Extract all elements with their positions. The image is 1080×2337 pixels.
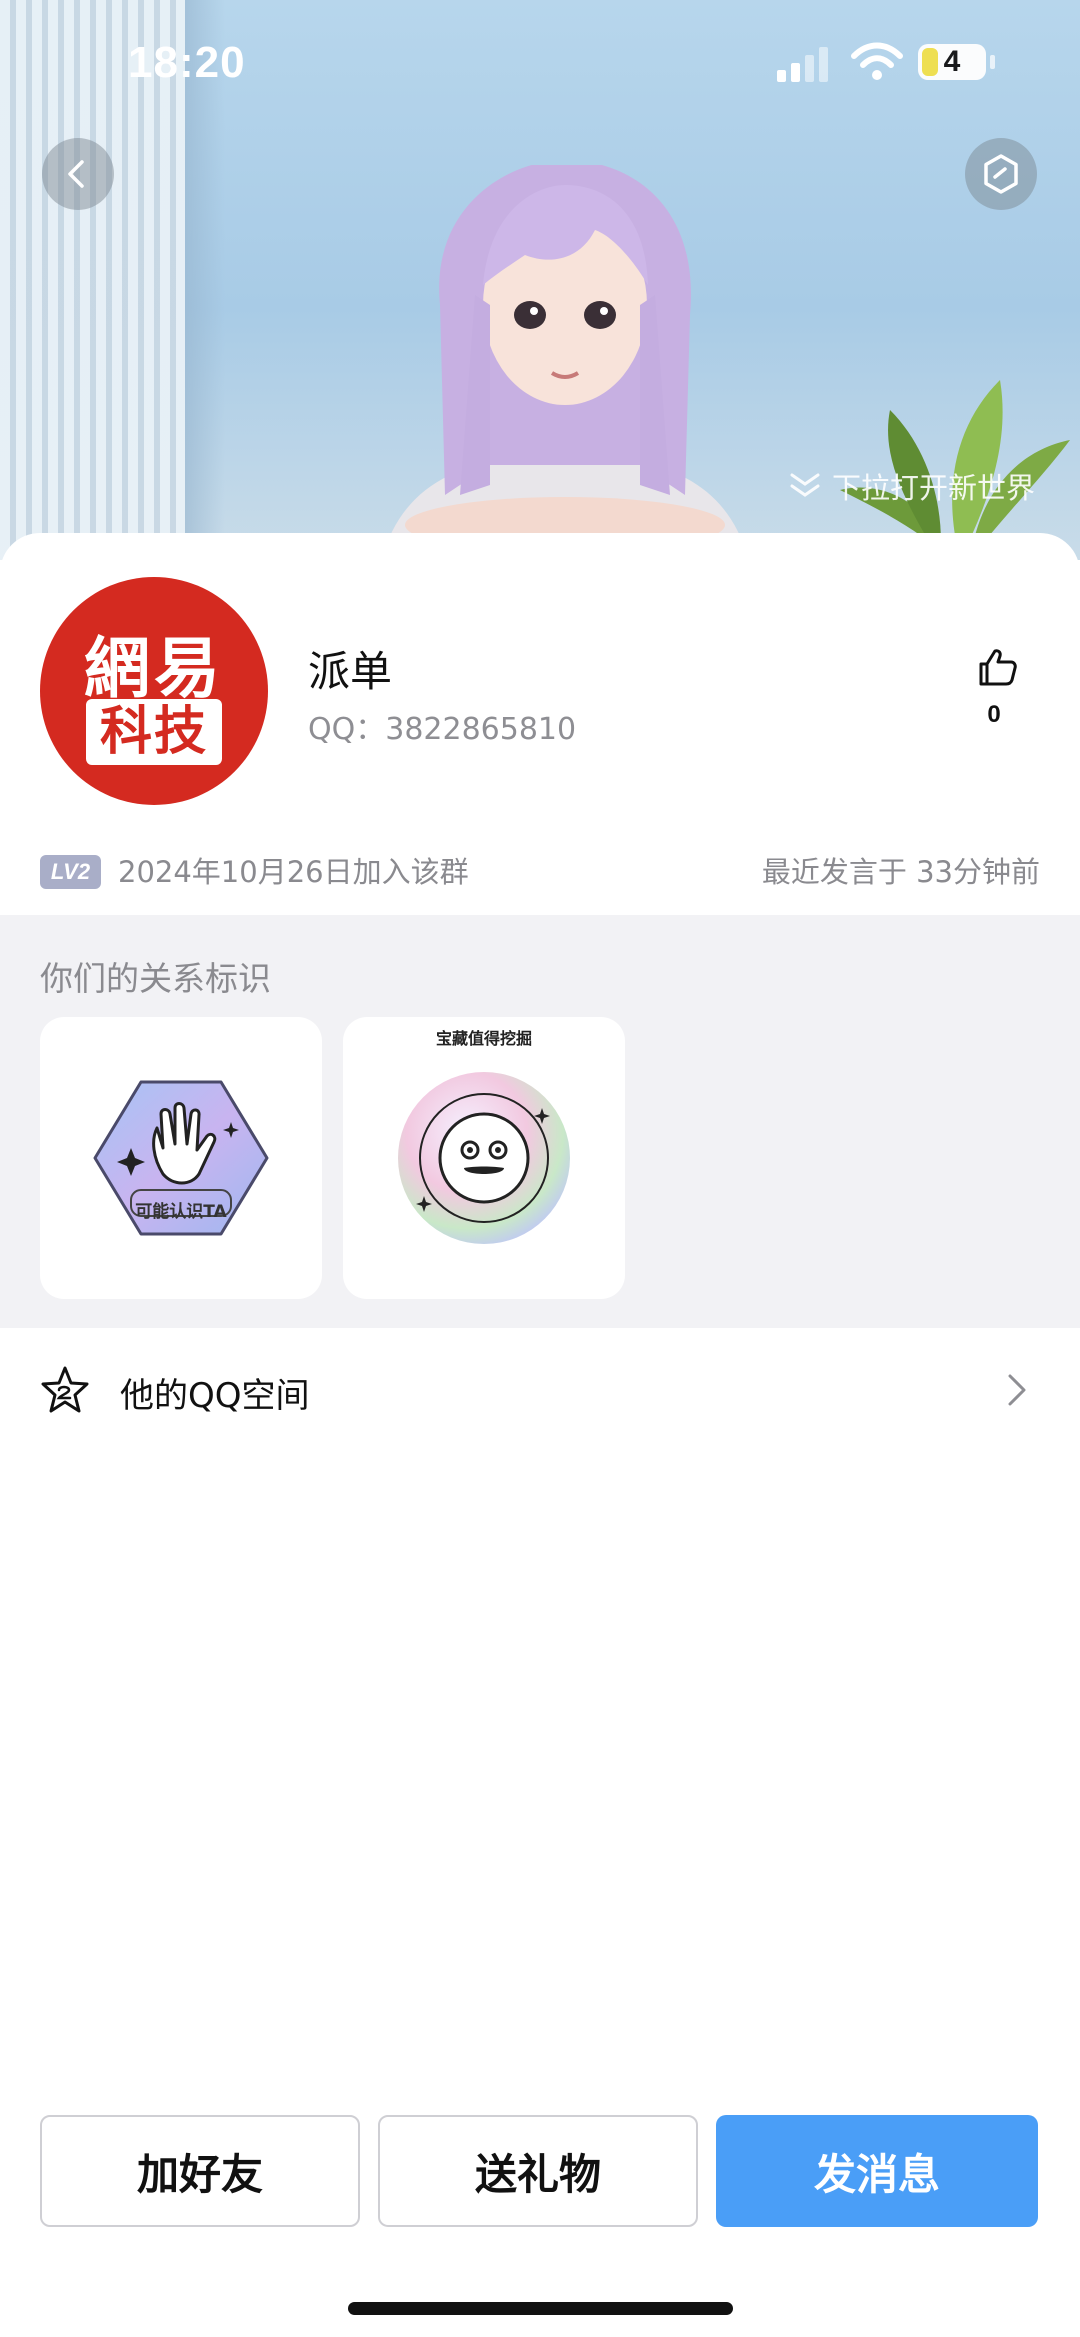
send-message-button[interactable]: 发消息 (716, 2115, 1038, 2227)
double-chevron-down-icon (790, 473, 820, 497)
qzone-label: 他的QQ空间 (120, 1376, 310, 1416)
pull-hint-text: 下拉打开新世界 (832, 471, 1036, 505)
thumbs-up-icon (979, 649, 1017, 686)
home-indicator[interactable] (348, 2302, 733, 2315)
avatar[interactable]: 網易 科技 (40, 577, 268, 805)
pull-down-hint[interactable]: 下拉打开新世界 (788, 466, 1035, 506)
last-speak-time: 最近发言于 33分钟前 (761, 855, 1040, 889)
settings-button[interactable] (965, 138, 1037, 210)
chevron-left-icon (68, 160, 84, 188)
back-button[interactable] (42, 138, 114, 210)
qzone-star-icon (41, 1366, 89, 1413)
wifi-icon (851, 42, 903, 80)
relationship-tag-label: 宝藏值得挖掘 (435, 1029, 532, 1048)
battery-indicator: 4 (918, 44, 986, 80)
avatar-logo-text-bottom: 科技 (86, 699, 222, 765)
status-bar: 18:20 4 (0, 0, 1080, 130)
qzone-row[interactable]: 他的QQ空间 (0, 1330, 1080, 1450)
chevron-right-icon (1008, 1374, 1026, 1406)
battery-percent: 4 (943, 45, 961, 78)
join-date: 2024年10月26日加入该群 (118, 855, 469, 889)
group-meta-row: LV2 2024年10月26日加入该群 最近发言于 33分钟前 (40, 852, 1040, 892)
profile-page: 18:20 4 下拉打开新世界 網易 科技 派单 QQ：3822865810 0… (0, 0, 1080, 2337)
relationship-tag-label: 可能认识TA (135, 1202, 227, 1222)
qq-number: QQ：3822865810 (308, 712, 577, 747)
send-gift-button[interactable]: 送礼物 (378, 2115, 698, 2227)
like-button[interactable]: 0 (966, 645, 1022, 735)
treasure-face-icon (398, 1072, 570, 1244)
relationship-tag-maybe-know[interactable]: 可能认识TA (40, 1017, 322, 1299)
avatar-logo-text-top: 網易 (84, 629, 224, 707)
profile-name: 派单 (308, 647, 393, 696)
signal-icon (777, 47, 828, 82)
plant-decoration (840, 380, 1070, 560)
hexagon-settings-icon (984, 154, 1018, 194)
avatar-3d-image (381, 165, 749, 560)
profile-banner[interactable]: 18:20 4 下拉打开新世界 (0, 0, 1080, 560)
relationship-title: 你们的关系标识 (40, 959, 271, 998)
level-badge: LV2 (40, 855, 101, 889)
status-time: 18:20 (128, 38, 246, 87)
relationship-section: 你们的关系标识 可能认识TA 宝藏值得挖掘 (0, 915, 1080, 1328)
add-friend-button[interactable]: 加好友 (40, 2115, 360, 2227)
battery-tip (990, 55, 995, 69)
like-count: 0 (987, 701, 1001, 728)
relationship-tag-treasure[interactable]: 宝藏值得挖掘 (343, 1017, 625, 1299)
